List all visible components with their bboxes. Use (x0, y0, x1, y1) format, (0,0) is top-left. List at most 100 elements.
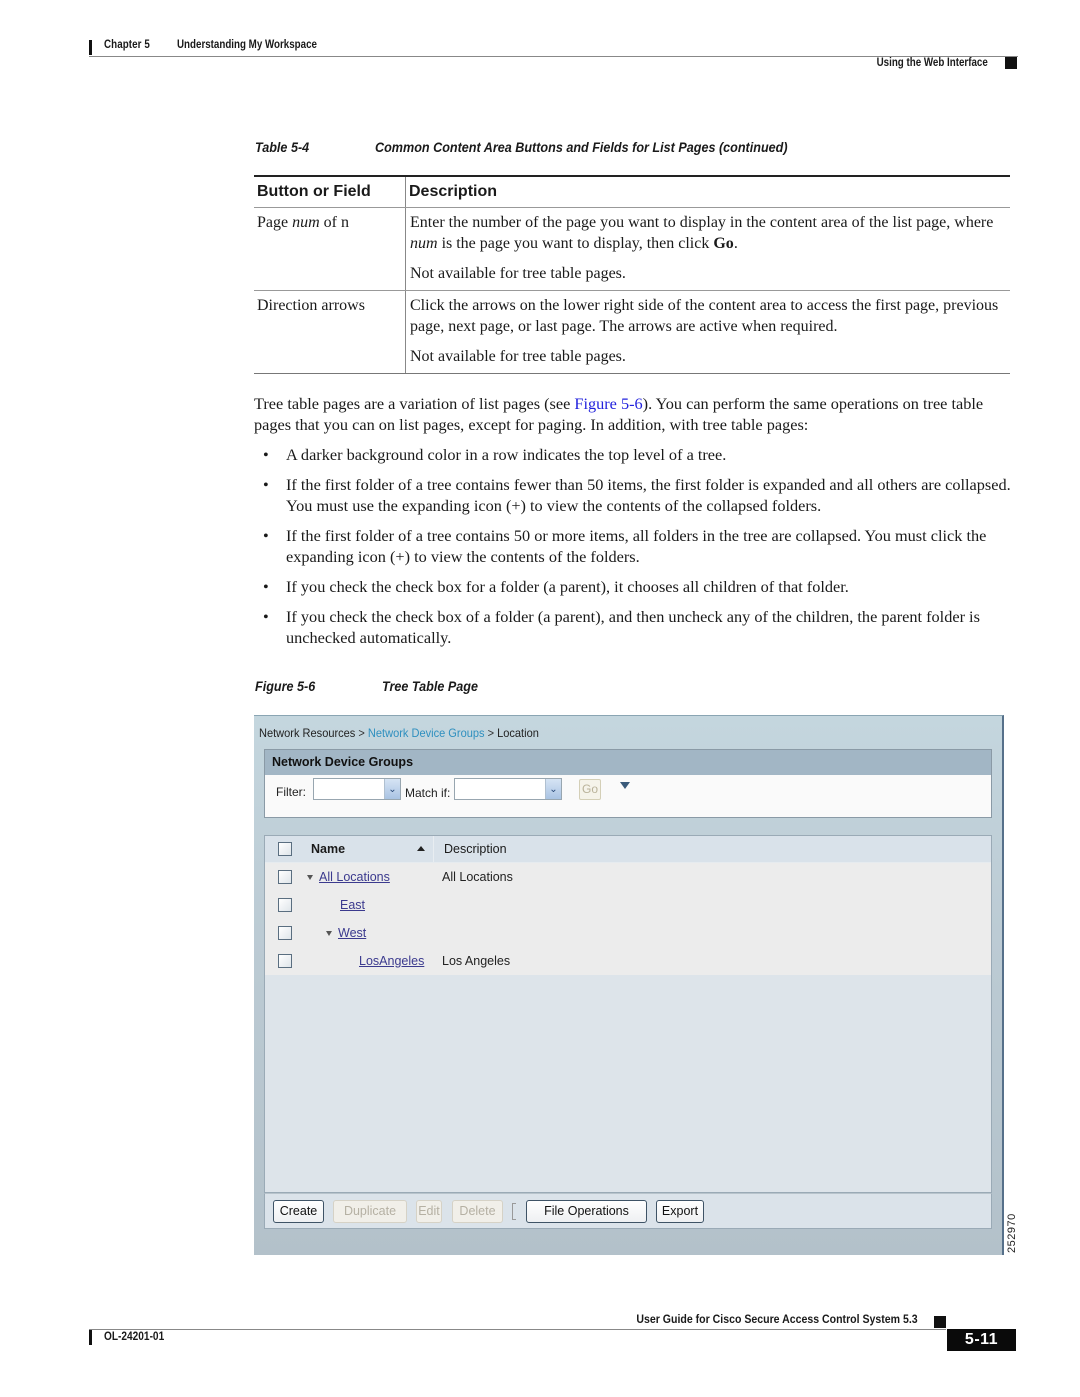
tree-node-link[interactable]: West (338, 926, 366, 940)
column-header-description[interactable]: Description (433, 836, 991, 862)
footer-marker (934, 1316, 946, 1328)
description-text: Enter the number of the page you want to… (410, 214, 994, 231)
breadcrumb-current: Location (497, 726, 539, 740)
table-row: Page num of n Enter the number of the pa… (254, 208, 1010, 291)
select-all-checkbox[interactable] (278, 842, 292, 856)
footer-rule (89, 1329, 946, 1330)
row-checkbox[interactable] (278, 898, 292, 912)
intro-paragraph: Tree table pages are a variation of list… (254, 393, 1016, 435)
description-bold: Go (713, 235, 734, 252)
panel-title: Network Device Groups (265, 750, 991, 775)
breadcrumb-separator: > (487, 726, 495, 740)
tree-table: Name Description All Locations All Locat… (264, 835, 992, 1193)
create-button[interactable]: Create (273, 1200, 324, 1223)
edit-button[interactable]: Edit (416, 1200, 442, 1223)
breadcrumb-item[interactable]: Network Device Groups (368, 726, 485, 740)
footer-guide-title: User Guide for Cisco Secure Access Contr… (636, 1312, 918, 1326)
header-section-title: Using the Web Interface (876, 57, 988, 69)
tree-node-link[interactable]: All Locations (319, 870, 390, 884)
filter-select[interactable]: ⌄ (313, 778, 401, 800)
buttons-fields-table: Button or Field Description Page num of … (254, 175, 1010, 374)
description-paragraph: Enter the number of the page you want to… (410, 212, 1006, 254)
tree-node-link[interactable]: LosAngeles (359, 954, 424, 968)
header-margin-bar (89, 40, 92, 55)
row-checkbox-cell (265, 891, 305, 919)
description-cell: Enter the number of the page you want to… (406, 208, 1010, 290)
go-button[interactable]: Go (579, 779, 601, 800)
column-header-description-label: Description (444, 842, 507, 856)
filter-options-triangle-icon[interactable] (620, 782, 630, 789)
column-header-name-label: Name (311, 842, 346, 856)
tree-table-screenshot: Network Resources > Network Device Group… (254, 715, 1004, 1255)
column-header-button-or-field: Button or Field (254, 177, 406, 207)
match-if-select[interactable]: ⌄ (454, 778, 562, 800)
name-cell: East (305, 891, 433, 919)
page-number: 5-11 (947, 1329, 1016, 1351)
table-header-row: Button or Field Description (254, 177, 1010, 208)
header-chapter-title: Understanding My Workspace (177, 39, 317, 51)
bullet-item: If the first folder of a tree contains 5… (254, 525, 1016, 567)
description-paragraph: Click the arrows on the lower right side… (410, 297, 999, 335)
description-cell: All Locations (442, 870, 513, 884)
chevron-down-icon[interactable]: ⌄ (384, 779, 400, 799)
row-checkbox-cell (265, 919, 305, 947)
footer-margin-bar (89, 1330, 92, 1345)
name-cell: All Locations (305, 863, 433, 891)
breadcrumb: Network Resources > Network Device Group… (259, 726, 539, 740)
filter-label: Filter: (276, 785, 306, 799)
header-chapter: Chapter 5 (104, 39, 150, 51)
description-note: Not available for tree table pages. (410, 265, 626, 282)
description-emphasis: num (410, 235, 438, 252)
name-cell: LosAngeles (305, 947, 433, 975)
footer-doc-number: OL-24201-01 (104, 1331, 165, 1343)
bullet-item: A darker background color in a row indic… (254, 444, 1016, 465)
export-button[interactable]: Export (656, 1200, 704, 1223)
description-text: . (733, 235, 738, 252)
filter-panel: Network Device Groups Filter: ⌄ Match if… (264, 749, 992, 818)
delete-button[interactable]: Delete (452, 1200, 503, 1223)
match-if-label: Match if: (405, 786, 451, 800)
description-cell: Los Angeles (442, 954, 511, 968)
expand-triangle-icon[interactable] (326, 930, 332, 936)
column-header-description: Description (409, 183, 498, 200)
table-caption-title: Common Content Area Buttons and Fields f… (375, 139, 788, 155)
file-operations-button[interactable]: File Operations (526, 1200, 647, 1223)
sort-ascending-icon[interactable] (417, 846, 425, 851)
figure-caption-number: Figure 5-6 (255, 678, 316, 694)
header-marker (1005, 57, 1017, 69)
figure-caption-title: Tree Table Page (382, 678, 478, 694)
field-cell: Direction arrows (254, 291, 406, 373)
row-checkbox[interactable] (278, 954, 292, 968)
intro-text: Tree table pages are a variation of list… (254, 394, 575, 413)
tree-row: East (265, 891, 991, 919)
tree-row: West (265, 919, 991, 947)
figure-link[interactable]: Figure 5-6 (574, 394, 642, 413)
expand-triangle-icon[interactable] (307, 874, 313, 880)
breadcrumb-separator: > (358, 726, 365, 740)
bullet-item: If the first folder of a tree contains f… (254, 474, 1016, 516)
bullet-list: A darker background color in a row indic… (254, 444, 1016, 648)
tree-table-header: Name Description (265, 836, 991, 863)
action-button-bar: Create Duplicate Edit Delete File Operat… (264, 1193, 992, 1229)
duplicate-button[interactable]: Duplicate (333, 1200, 407, 1223)
tree-node-link[interactable]: East (340, 898, 365, 912)
button-separator (512, 1203, 516, 1220)
breadcrumb-item[interactable]: Network Resources (259, 726, 355, 740)
row-checkbox-cell (265, 947, 305, 975)
row-checkbox[interactable] (278, 926, 292, 940)
row-checkbox[interactable] (278, 870, 292, 884)
chevron-down-icon[interactable]: ⌄ (545, 779, 561, 799)
bullet-item: If you check the check box for a folder … (254, 576, 1016, 597)
tree-table-body: All Locations All Locations East West Lo… (265, 863, 991, 975)
body-text: Tree table pages are a variation of list… (254, 393, 1016, 657)
column-header-name[interactable]: Name (305, 836, 433, 862)
row-checkbox-cell (265, 863, 305, 891)
bullet-item: If you check the check box of a folder (… (254, 606, 1016, 648)
table-caption-number: Table 5-4 (255, 139, 310, 155)
field-text: of n (319, 214, 349, 231)
name-cell: West (305, 919, 433, 947)
description-cell: Click the arrows on the lower right side… (406, 291, 1010, 373)
field-cell: Page num of n (254, 208, 406, 290)
description-text: is the page you want to display, then cl… (437, 235, 714, 252)
tree-row: All Locations All Locations (265, 863, 991, 891)
